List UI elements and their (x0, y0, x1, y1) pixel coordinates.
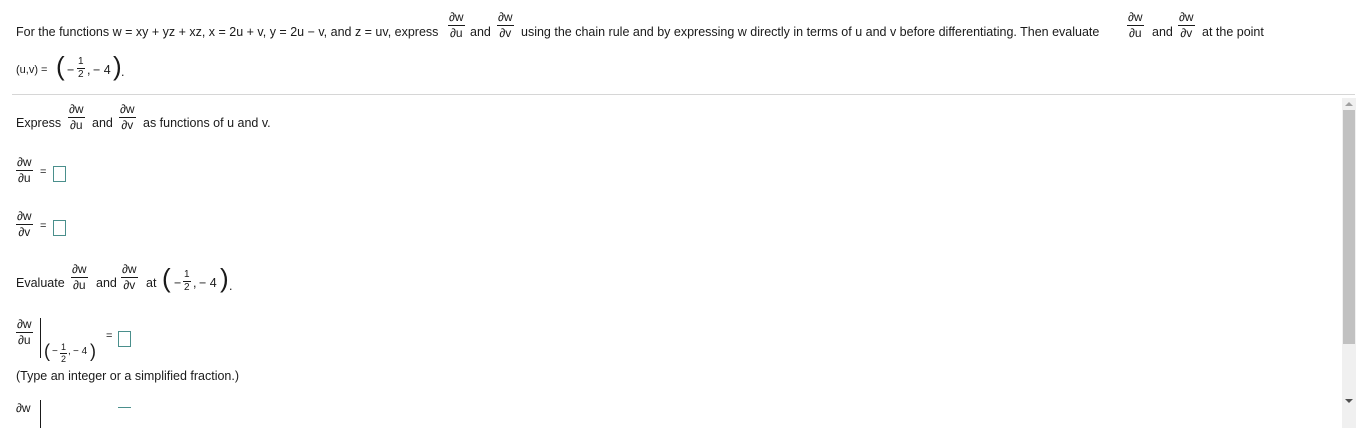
dw-du-fraction: ∂w ∂u (448, 10, 465, 40)
one-half-fraction: 12 (183, 269, 191, 293)
evaluation-bar (40, 318, 41, 358)
and-text: and (96, 276, 117, 290)
equals-sign: = (40, 220, 47, 232)
and-text: and (1152, 25, 1173, 39)
evaluate-text: Evaluate (16, 276, 65, 290)
evaluation-bar (40, 400, 41, 428)
dw-dv-fraction: ∂w ∂v (16, 209, 33, 239)
question-middle-text: using the chain rule and by expressing w… (521, 25, 1100, 39)
dw-du-answer-input[interactable] (53, 166, 66, 182)
dw-dv-evaluated-answer-input[interactable] (118, 407, 131, 424)
left-paren: ( (56, 51, 65, 81)
second-coordinate: − 4 (199, 276, 217, 290)
dw-du-fraction: ∂w ∂u (16, 317, 33, 347)
and-text: and (92, 116, 113, 130)
minus-sign: − (67, 63, 75, 77)
dw-dv-fraction: ∂w ∂v (121, 262, 138, 292)
left-paren: ( (44, 341, 50, 361)
dw-dv-fraction: ∂w ∂v (119, 102, 136, 132)
point-label: (u,v) = (16, 64, 48, 76)
vertical-scrollbar-thumb[interactable] (1343, 110, 1355, 344)
left-paren: ( (162, 263, 171, 293)
one-half-fraction: 12 (77, 56, 85, 80)
dw-du-fraction: ∂w ∂u (1127, 10, 1144, 40)
dw-dv-answer-input[interactable] (53, 220, 66, 236)
comma: , (193, 276, 197, 290)
right-paren: ) (90, 341, 96, 361)
period: . (229, 279, 233, 293)
period: . (121, 65, 125, 79)
comma: , (87, 63, 91, 77)
comma: , (68, 346, 71, 357)
at-the-point-text: at the point (1202, 25, 1264, 39)
scroll-up-arrow-icon[interactable] (1345, 102, 1353, 106)
second-coordinate: − 4 (93, 63, 111, 77)
dw-du-fraction: ∂w ∂u (68, 102, 85, 132)
minus-sign: − (52, 346, 58, 357)
dw-dv-fraction: ∂w ∂v (497, 10, 514, 40)
answer-format-hint: (Type an integer or a simplified fractio… (16, 369, 240, 383)
equals-sign: = (106, 330, 113, 342)
right-paren: ) (220, 263, 229, 293)
minus-sign: − (174, 276, 182, 290)
one-half-fraction: 12 (60, 342, 68, 364)
at-text: at (146, 276, 157, 290)
dw-dv-fraction: ∂w ∂v (1178, 10, 1195, 40)
equals-sign: = (40, 166, 47, 178)
express-text: Express (16, 116, 62, 130)
dw-du-fraction: ∂w ∂u (71, 262, 88, 292)
question-intro-text: For the functions w = xy + yz + xz, x = … (16, 25, 439, 39)
scroll-down-arrow-icon[interactable] (1345, 399, 1353, 403)
dw-du-fraction: ∂w ∂u (16, 155, 33, 185)
and-text: and (470, 25, 491, 39)
dw-partial: ∂w (16, 401, 31, 415)
express-suffix-text: as functions of u and v. (143, 116, 271, 130)
dw-du-evaluated-answer-input[interactable] (118, 331, 131, 347)
section-divider (12, 94, 1355, 95)
second-coordinate: − 4 (73, 346, 88, 357)
